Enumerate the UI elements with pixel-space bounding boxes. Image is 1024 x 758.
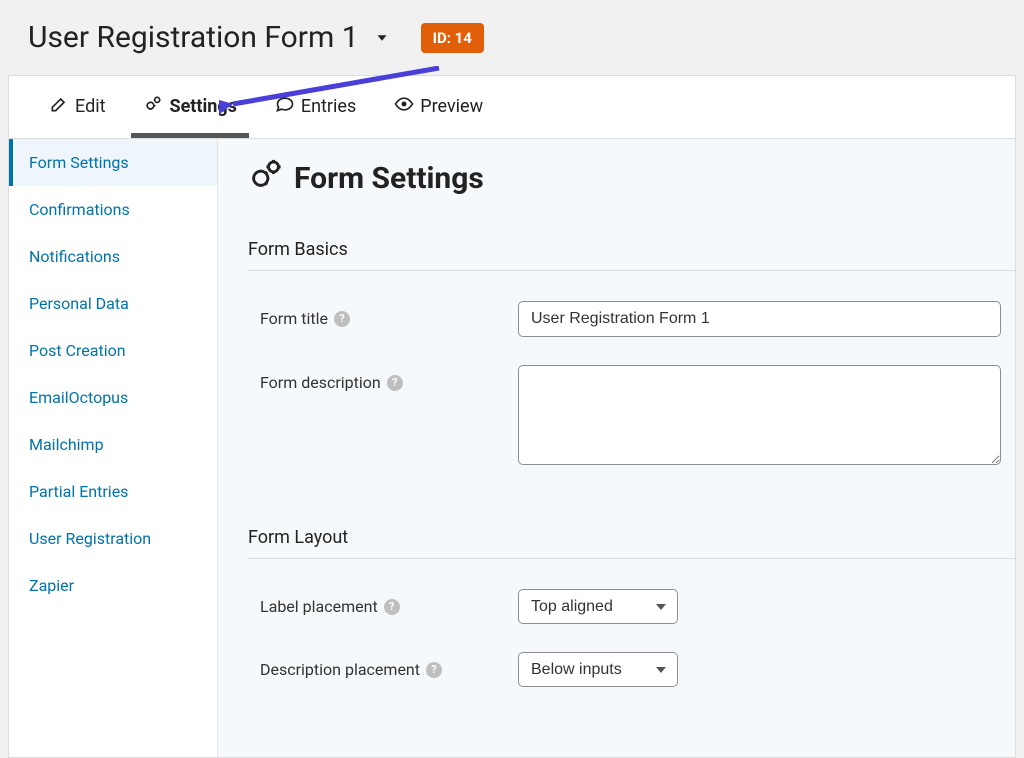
form-id-badge: ID: 14 <box>421 23 484 53</box>
label-placement-select[interactable]: Top aligned <box>518 589 678 624</box>
settings-sidebar: Form Settings Confirmations Notification… <box>9 139 218 757</box>
sidebar-item-label: Partial Entries <box>29 482 128 501</box>
help-icon[interactable]: ? <box>384 599 400 615</box>
settings-content: Form Settings Form Basics Form title ? F… <box>218 139 1015 757</box>
field-form-title: Form title ? <box>248 301 1015 337</box>
section-form-basics: Form Basics <box>248 239 1015 271</box>
field-form-description: Form description ? <box>248 365 1015 469</box>
field-label: Description placement ? <box>248 652 518 679</box>
tab-entries-label: Entries <box>301 96 356 117</box>
pencil-icon <box>49 94 69 119</box>
page-title: User Registration Form 1 <box>28 20 359 55</box>
form-description-input[interactable] <box>518 365 1001 465</box>
help-icon[interactable]: ? <box>426 662 442 678</box>
header-bar: User Registration Form 1 ID: 14 <box>0 0 1024 67</box>
main-area: Form Settings Confirmations Notification… <box>8 138 1016 758</box>
sidebar-item-label: Form Settings <box>29 153 129 172</box>
sidebar-item-user-registration[interactable]: User Registration <box>9 515 217 562</box>
sidebar-item-post-creation[interactable]: Post Creation <box>9 327 217 374</box>
sidebar-item-label: Mailchimp <box>29 435 104 454</box>
sidebar-item-personal-data[interactable]: Personal Data <box>9 280 217 327</box>
help-icon[interactable]: ? <box>334 311 350 327</box>
tab-preview-label: Preview <box>420 96 483 117</box>
sidebar-item-label: Notifications <box>29 247 120 266</box>
label-text: Label placement <box>260 597 378 616</box>
tab-bar: Edit Settings Entries Preview <box>8 75 1016 138</box>
sidebar-item-label: Confirmations <box>29 200 130 219</box>
sidebar-item-notifications[interactable]: Notifications <box>9 233 217 280</box>
field-description-placement: Description placement ? Below inputs <box>248 652 1015 687</box>
field-label: Form title ? <box>248 301 518 328</box>
form-title-input[interactable] <box>518 301 1001 337</box>
tab-entries[interactable]: Entries <box>263 76 368 138</box>
gears-icon <box>248 157 282 199</box>
tab-edit-label: Edit <box>75 96 105 117</box>
field-label: Label placement ? <box>248 589 518 616</box>
sidebar-item-mailchimp[interactable]: Mailchimp <box>9 421 217 468</box>
help-icon[interactable]: ? <box>387 375 403 391</box>
label-text: Form title <box>260 309 328 328</box>
chat-icon <box>275 94 295 119</box>
label-text: Description placement <box>260 660 420 679</box>
tab-settings[interactable]: Settings <box>131 76 248 138</box>
label-text: Form description <box>260 373 381 392</box>
tab-edit[interactable]: Edit <box>37 76 117 138</box>
description-placement-select[interactable]: Below inputs <box>518 652 678 687</box>
section-form-layout: Form Layout <box>248 527 1015 559</box>
field-label: Form description ? <box>248 365 518 392</box>
sidebar-item-label: User Registration <box>29 529 151 548</box>
sidebar-item-zapier[interactable]: Zapier <box>9 562 217 609</box>
sidebar-item-label: Personal Data <box>29 294 129 313</box>
field-label-placement: Label placement ? Top aligned <box>248 589 1015 624</box>
content-heading: Form Settings <box>248 157 1015 199</box>
sidebar-item-label: Post Creation <box>29 341 126 360</box>
sidebar-item-partial-entries[interactable]: Partial Entries <box>9 468 217 515</box>
sidebar-item-confirmations[interactable]: Confirmations <box>9 186 217 233</box>
gears-icon <box>143 94 163 119</box>
sidebar-item-form-settings[interactable]: Form Settings <box>9 139 217 186</box>
tab-preview[interactable]: Preview <box>382 76 495 138</box>
form-selector-chevron[interactable] <box>373 29 391 47</box>
sidebar-item-label: EmailOctopus <box>29 388 128 407</box>
tab-settings-label: Settings <box>169 96 236 117</box>
content-heading-text: Form Settings <box>294 161 484 196</box>
sidebar-item-emailoctopus[interactable]: EmailOctopus <box>9 374 217 421</box>
sidebar-item-label: Zapier <box>29 576 74 595</box>
eye-icon <box>394 94 414 119</box>
